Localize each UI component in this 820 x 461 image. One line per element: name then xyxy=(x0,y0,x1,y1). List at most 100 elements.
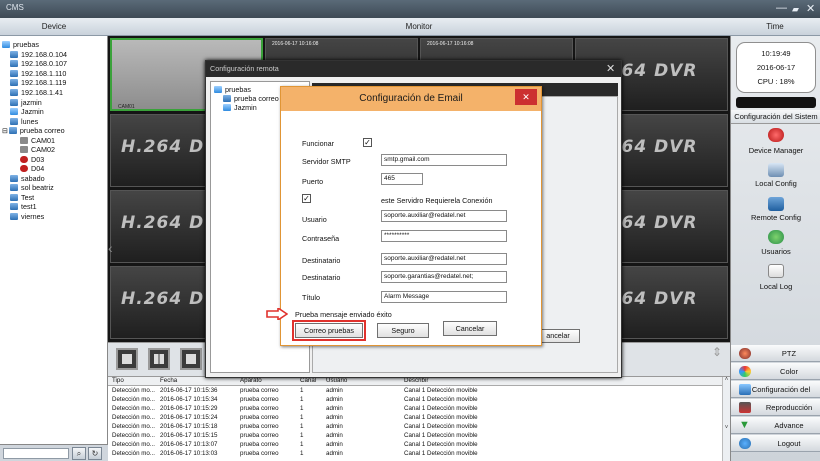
tree-item-group[interactable]: pruebas xyxy=(214,85,251,94)
tree-item-pruebas[interactable]: pruebas xyxy=(2,40,39,49)
tree-item-device[interactable]: 192.168.1.119 xyxy=(10,78,66,87)
camera-icon xyxy=(20,146,28,153)
table-row[interactable]: Detección mo... 2016-06-17 10:15:24 prueba… xyxy=(108,414,720,423)
test-email-button[interactable]: Correo pruebas xyxy=(292,320,366,341)
close-icon[interactable]: ✕ xyxy=(806,2,815,15)
column-header[interactable]: Fecha xyxy=(160,377,177,385)
table-cell: 1 xyxy=(300,396,304,403)
remote-config-button[interactable]: Remote Config xyxy=(731,213,820,222)
device-manager-icon[interactable] xyxy=(768,128,784,142)
port-label: Puerto xyxy=(302,177,324,186)
tree-item-device[interactable]: 192.168.1.41 xyxy=(10,88,63,97)
table-cell: Canal 1 Detección movible xyxy=(404,441,478,448)
tree-item-device[interactable]: 192.168.0.104 xyxy=(10,50,67,59)
layout-1-icon[interactable] xyxy=(116,348,138,370)
system-config-section[interactable]: Configuración del Sistem xyxy=(731,110,820,124)
clock-display: 10:19:49 2016-06-17 CPU : 18% xyxy=(736,42,816,93)
tree-item-device[interactable]: 192.168.0.107 xyxy=(10,59,67,68)
table-row[interactable]: Detección mo... 2016-06-17 10:15:36 prueba… xyxy=(108,387,720,396)
smtp-input[interactable]: smtp.gmail.com xyxy=(381,154,507,166)
column-header[interactable]: Tipo xyxy=(112,377,124,385)
device-icon xyxy=(10,203,18,210)
local-log-icon[interactable] xyxy=(768,264,784,278)
column-header[interactable]: Aparato xyxy=(240,377,262,385)
cancel-button[interactable]: Cancelar xyxy=(443,321,497,336)
tree-item-device[interactable]: sabado xyxy=(10,174,45,183)
local-config-button[interactable]: Local Config xyxy=(731,179,820,188)
tree-item-device[interactable]: viernes xyxy=(10,212,44,221)
refresh-icon[interactable]: ↻ xyxy=(88,447,102,460)
tree-item-device[interactable]: Test xyxy=(10,193,34,202)
close-icon[interactable]: ✕ xyxy=(606,62,615,75)
remote-cancel-button[interactable]: ancelar xyxy=(536,329,580,343)
tree-item-alarm[interactable]: D03 xyxy=(20,155,44,164)
ok-button[interactable]: Seguro xyxy=(377,323,429,338)
color-button[interactable]: Color xyxy=(731,363,820,380)
playback-button[interactable]: Reproducción xyxy=(731,399,820,416)
control-panel: 10:19:49 2016-06-17 CPU : 18% Configurac… xyxy=(730,36,820,461)
tree-item-camera[interactable]: CAM02 xyxy=(20,145,55,154)
table-row[interactable]: Detección mo... 2016-06-17 10:15:18 prueba… xyxy=(108,423,720,432)
log-scrollbar[interactable]: ˄ ˅ xyxy=(722,377,730,461)
table-row[interactable]: Detección mo... 2016-06-17 10:15:15 prueba… xyxy=(108,432,720,441)
table-cell: Detección mo... xyxy=(112,396,155,403)
table-cell: prueba correo xyxy=(240,405,279,412)
table-row[interactable]: Detección mo... 2016-06-17 10:13:07 prueba… xyxy=(108,441,720,450)
collapse-icon[interactable]: ⊟ xyxy=(2,128,8,135)
local-config-icon[interactable] xyxy=(768,163,784,177)
device-manager-button[interactable]: Device Manager xyxy=(731,146,820,155)
recipient-input[interactable]: soporte.garantias@redatel.net; xyxy=(381,271,507,283)
remote-config-title: Configuración remota xyxy=(206,61,621,77)
tree-item-device[interactable]: lunes xyxy=(10,117,38,126)
ssl-label: este Servidro Requierela Conexión xyxy=(381,196,493,205)
advance-button[interactable]: ▼ Advance xyxy=(731,417,820,434)
tree-item-device[interactable]: 192.168.1.110 xyxy=(10,69,66,78)
layout-4-icon[interactable] xyxy=(148,348,170,370)
maximize-icon[interactable]: ▰ xyxy=(792,4,799,15)
users-icon[interactable] xyxy=(768,230,784,244)
tree-item-device[interactable]: ⊟ prueba correo xyxy=(2,126,65,136)
device-search-input[interactable] xyxy=(3,448,69,459)
collapse-left-icon[interactable]: ‹ xyxy=(108,240,114,270)
clock-date: 2016-06-17 xyxy=(756,63,796,72)
enable-label: Funcionar xyxy=(302,139,334,148)
tree-item-camera[interactable]: CAM01 xyxy=(20,136,55,145)
table-cell: 2016-06-17 10:15:24 xyxy=(160,414,218,421)
table-cell: Canal 1 Detección movible xyxy=(404,423,478,430)
enable-checkbox[interactable]: ✓ xyxy=(363,138,372,147)
subject-input[interactable]: Alarm Message xyxy=(381,291,507,303)
column-header[interactable]: Canal xyxy=(300,377,316,385)
column-header[interactable]: Usuario xyxy=(326,377,347,385)
ssl-checkbox[interactable]: ✓ xyxy=(302,194,311,203)
layout-9-icon[interactable] xyxy=(180,348,202,370)
tree-item-device[interactable]: test1 xyxy=(10,202,37,211)
tree-item-group[interactable]: Jazmin xyxy=(10,107,44,116)
device-header: Device xyxy=(0,18,108,36)
table-cell: admin xyxy=(326,387,343,394)
password-input[interactable]: ********** xyxy=(381,230,507,242)
table-row[interactable]: Detección mo... 2016-06-17 10:13:03 prueba… xyxy=(108,450,720,459)
tree-item-device[interactable]: jazmin xyxy=(10,98,42,107)
tree-item-device[interactable]: sol beatriz xyxy=(10,183,54,192)
ptz-button[interactable]: PTZ xyxy=(731,345,820,362)
minimize-icon[interactable]: — xyxy=(776,2,787,14)
table-row[interactable]: Detección mo... 2016-06-17 10:15:34 prueba… xyxy=(108,396,720,405)
close-icon[interactable]: ✕ xyxy=(515,89,537,105)
tree-item-alarm[interactable]: D04 xyxy=(20,164,44,173)
remote-config-icon[interactable] xyxy=(768,197,784,211)
scroll-up-down-icon[interactable]: ⇕ xyxy=(712,345,722,359)
system-config-button[interactable]: Configuración del Sistem xyxy=(731,381,820,411)
table-cell: admin xyxy=(326,405,343,412)
port-input[interactable]: 465 xyxy=(381,173,423,185)
table-row[interactable]: Detección mo... 2016-06-17 10:15:29 prueba… xyxy=(108,405,720,414)
tree-item-device[interactable]: prueba correo xyxy=(223,94,279,103)
users-button[interactable]: Usuarios xyxy=(731,247,820,256)
search-icon[interactable]: ⌕ xyxy=(72,447,86,460)
tree-item-group[interactable]: Jazmin xyxy=(223,103,257,112)
column-header[interactable]: Describir xyxy=(404,377,428,385)
time-header: Time xyxy=(730,18,820,36)
sender-input[interactable]: soporte.auxiliar@redatel.net xyxy=(381,253,507,265)
local-log-button[interactable]: Local Log xyxy=(731,282,820,291)
user-input[interactable]: soporte.auxiliar@redatel.net xyxy=(381,210,507,222)
logout-button[interactable]: Logout xyxy=(731,435,820,452)
